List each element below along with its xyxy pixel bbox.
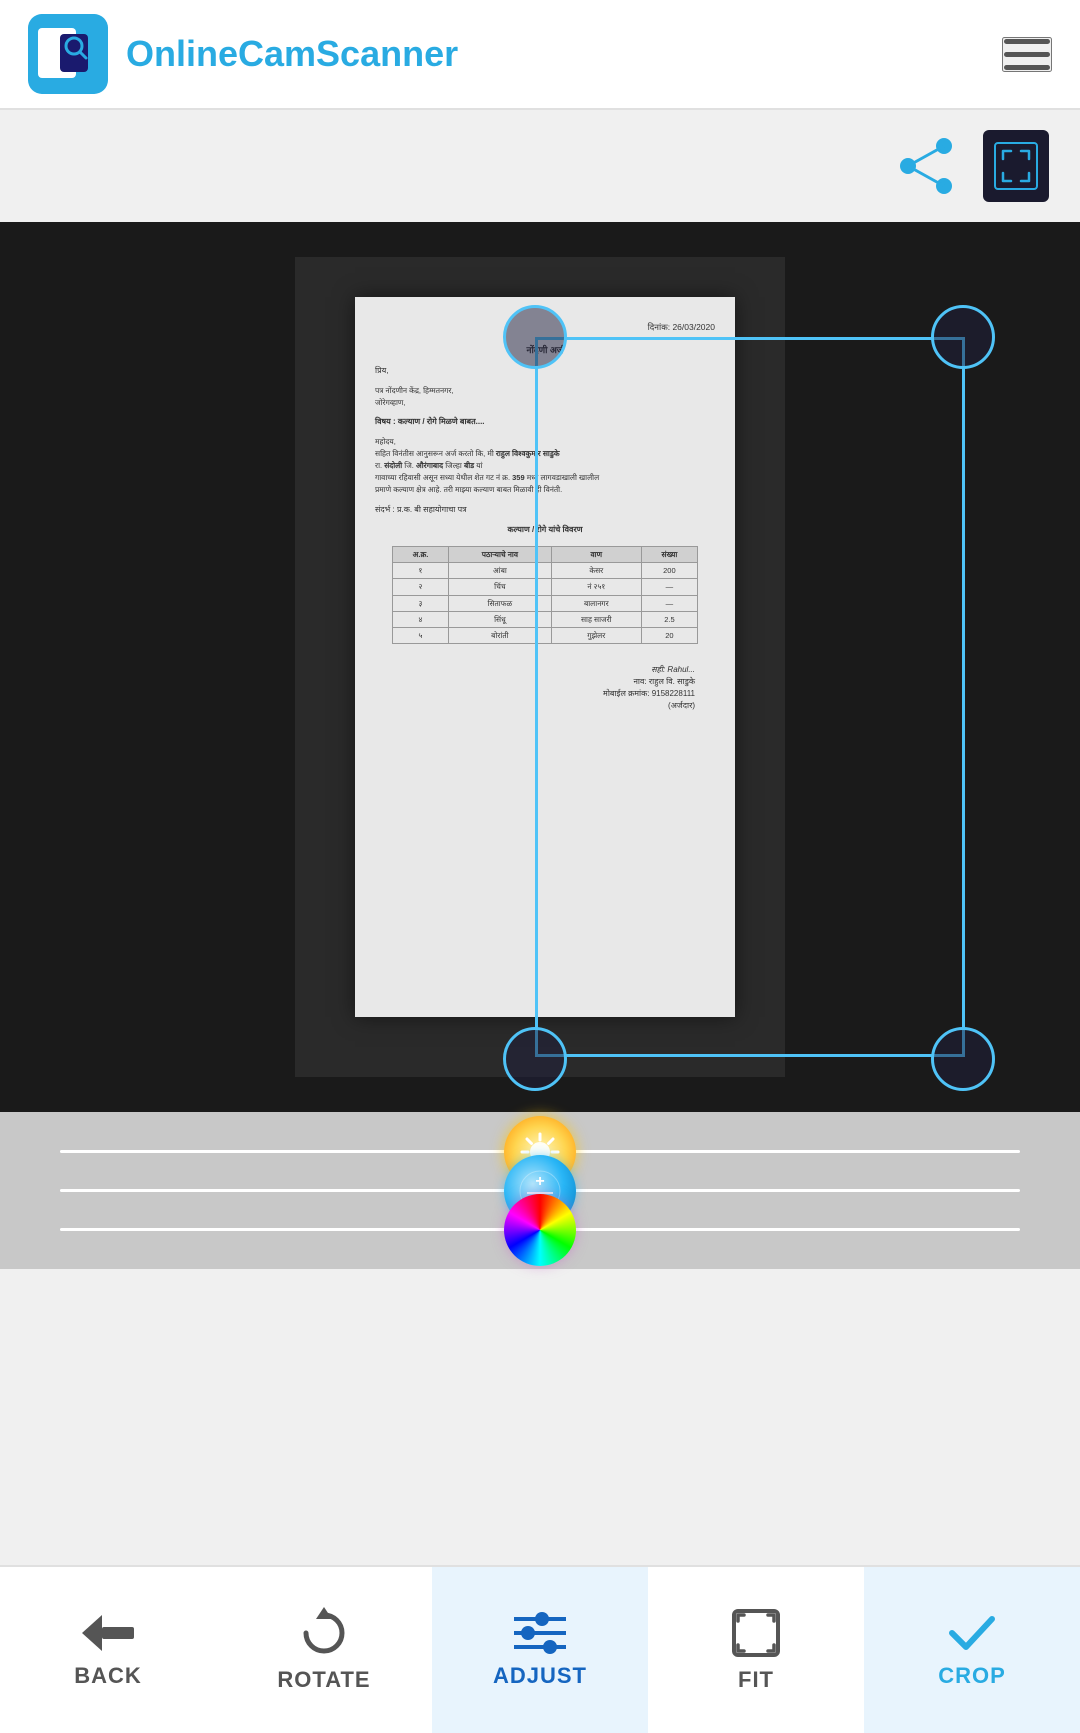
crop-nav-item[interactable]: CROP	[864, 1567, 1080, 1733]
crop-handle-bottom-right[interactable]	[931, 1027, 995, 1091]
share-icon	[896, 136, 956, 196]
sliders-area: + −	[0, 1112, 1080, 1269]
crop-handle-top-right[interactable]	[931, 305, 995, 369]
rotate-nav-item[interactable]: ROTATE	[216, 1567, 432, 1733]
table-header-count: संख्या	[641, 546, 697, 562]
back-arrow-icon	[82, 1611, 134, 1655]
rotate-icon	[298, 1607, 350, 1659]
canvas-area: दिनांक: 26/03/2020 नोंदणी अर्ज प्रिय, पत…	[0, 222, 1080, 1112]
hamburger-line-3	[1004, 65, 1050, 70]
sig-footer: (अर्जदार)	[375, 700, 695, 712]
table-header-variety: वाण	[551, 546, 641, 562]
document-table: अ.क्र. पठाऱ्याचे नाव वाण संख्या १आंबाकेस…	[392, 546, 698, 645]
table-row: २चिंचनं २५१—	[393, 579, 698, 595]
document-paper: दिनांक: 26/03/2020 नोंदणी अर्ज प्रिय, पत…	[355, 297, 735, 1017]
doc-signature: सही: Rahul... नाव: राहुल वि. साडुके मोबा…	[375, 664, 715, 712]
logo-area: OnlineCamScanner	[28, 14, 458, 94]
share-button[interactable]	[890, 130, 962, 202]
fullscreen-button[interactable]	[980, 130, 1052, 202]
adjust-nav-item[interactable]: ADJUST	[432, 1567, 648, 1733]
doc-greeting: प्रिय,	[375, 365, 715, 377]
hamburger-line-2	[1004, 52, 1050, 57]
fit-icon	[730, 1607, 782, 1659]
back-nav-label: BACK	[74, 1663, 142, 1689]
doc-date: दिनांक: 26/03/2020	[375, 321, 715, 334]
fullscreen-icon	[983, 130, 1049, 202]
exposure-slider-track[interactable]: + −	[60, 1189, 1020, 1192]
doc-addressee: पत्र नोंदणीन केंद्र, हिम्मतनगर,जोरेगव्हा…	[375, 385, 715, 408]
doc-subject: विषय : कल्याण / रोगे मिळणे बाबत....	[375, 416, 715, 428]
sig-mobile: मोबाईल क्रमांक: 9158228111	[375, 688, 695, 700]
fit-nav-label: FIT	[738, 1667, 774, 1693]
doc-body-text: महोदय, सहित विनंतीस आनुसरून अर्ज करतो कि…	[375, 436, 715, 496]
crop-checkmark-icon	[946, 1611, 998, 1655]
app-name: OnlineCamScanner	[126, 33, 458, 75]
doc-title: नोंदणी अर्ज	[375, 344, 715, 358]
bottom-nav: BACK ROTATE ADJUST FIT	[0, 1565, 1080, 1733]
doc-table-title: कल्याण / रोगे यांचे विवरण	[375, 524, 715, 536]
svg-text:+: +	[535, 1173, 544, 1190]
back-nav-item[interactable]: BACK	[0, 1567, 216, 1733]
sig-name: नाव: राहुल वि. साडुके	[375, 676, 695, 688]
toolbar-row	[0, 110, 1080, 222]
adjust-nav-label: ADJUST	[493, 1663, 587, 1689]
crop-nav-label: CROP	[938, 1663, 1006, 1689]
doc-reference: संदर्भ : प्र.क. बी सहायोगाचा पत्र	[375, 504, 715, 516]
app-logo-icon	[28, 14, 108, 94]
color-slider-thumb[interactable]	[504, 1194, 576, 1266]
fit-nav-item[interactable]: FIT	[648, 1567, 864, 1733]
adjust-icon	[514, 1611, 566, 1655]
document-content: दिनांक: 26/03/2020 नोंदणी अर्ज प्रिय, पत…	[355, 297, 735, 736]
color-slider-track[interactable]	[60, 1228, 1020, 1231]
color-slider-row	[0, 1210, 1080, 1249]
hamburger-line-1	[1004, 39, 1050, 44]
table-header-name: पठाऱ्याचे नाव	[448, 546, 551, 562]
table-row: ५बोरांतीगुझेलर20	[393, 628, 698, 644]
hamburger-menu-button[interactable]	[1002, 37, 1052, 72]
table-row: ४सिंधूसाह साजरी2.5	[393, 611, 698, 627]
header: OnlineCamScanner	[0, 0, 1080, 110]
rotate-nav-label: ROTATE	[277, 1667, 370, 1693]
table-row: १आंबाकेसर200	[393, 563, 698, 579]
table-row: ३सिताफळबालानगर—	[393, 595, 698, 611]
document-container: दिनांक: 26/03/2020 नोंदणी अर्ज प्रिय, पत…	[295, 257, 785, 1077]
table-header-num: अ.क्र.	[393, 546, 449, 562]
brightness-slider-track[interactable]	[60, 1150, 1020, 1153]
sig-line: सही: Rahul...	[375, 664, 695, 676]
